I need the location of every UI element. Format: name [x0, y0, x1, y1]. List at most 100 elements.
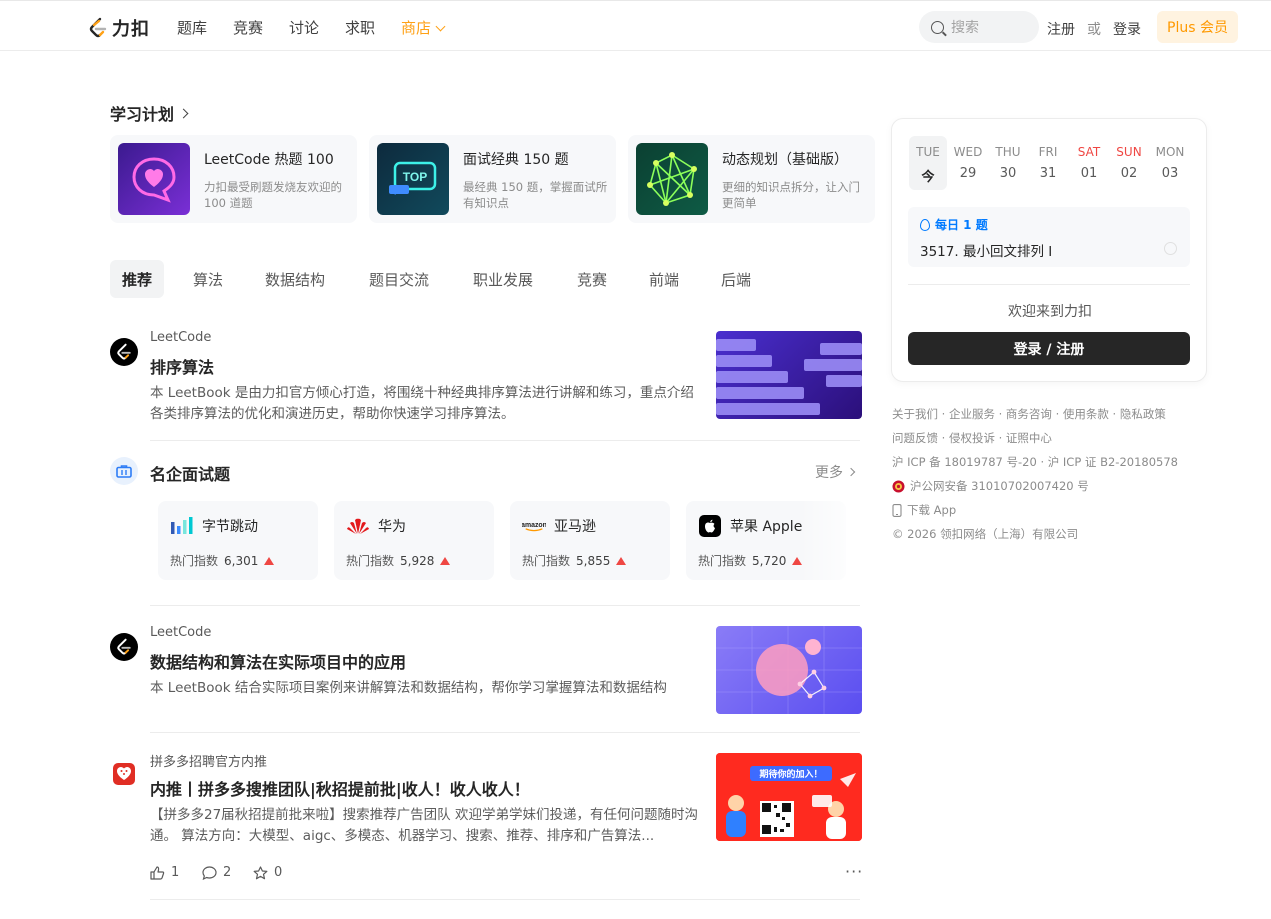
company-hot-index: 热门指数 5,928 [346, 552, 451, 569]
network-graph-icon [636, 143, 708, 215]
recruit-poster-image[interactable]: 期待你的加入！ [716, 753, 862, 841]
calendar-day[interactable]: FRI 31 [1029, 136, 1067, 190]
calendar-day-weekend[interactable]: SAT 01 [1070, 136, 1108, 190]
nav-store-label: 商店 [401, 19, 432, 37]
daily-question-card[interactable]: 每日 1 题 3517. 最小回文排列 I [908, 207, 1190, 267]
daily-tag-label: 每日 1 题 [935, 218, 988, 232]
leetcode-avatar[interactable] [110, 338, 138, 366]
leetcode-avatar[interactable] [110, 633, 138, 661]
ds-algorithm-image[interactable] [716, 626, 862, 714]
favorite-button[interactable]: 0 [253, 865, 282, 880]
more-label: 更多 [815, 465, 843, 481]
nav-store[interactable]: 商店 [401, 17, 446, 38]
company-card-bytedance[interactable]: 字节跳动 热门指数 6,301 [158, 501, 318, 580]
daily-tag: 每日 1 题 [920, 216, 988, 233]
poster-banner-text: 期待你的加入！ [759, 768, 822, 780]
feed-title[interactable]: 数据结构和算法在实际项目中的应用 [150, 649, 406, 673]
company-hot-index: 热门指数 5,720 [698, 552, 803, 569]
footer-links-2[interactable]: 问题反馈 · 侵权投诉 · 证照中心 [892, 430, 1052, 446]
companies-title: 名企面试题 [150, 465, 231, 484]
company-card-huawei[interactable]: 华为 热门指数 5,928 [334, 501, 494, 580]
chevron-right-icon [178, 108, 189, 118]
tab-algorithm[interactable]: 算法 [181, 260, 235, 298]
nav-contest[interactable]: 竞赛 [233, 17, 263, 38]
feed-summary[interactable]: 本 LeetBook 结合实际项目案例来讲解算法和数据结构，帮你学习掌握算法和数… [150, 678, 698, 699]
tab-recommend[interactable]: 推荐 [110, 260, 165, 298]
heart-chat-icon [118, 143, 190, 215]
pinduoduo-avatar[interactable] [110, 760, 138, 788]
footer-icp[interactable]: 沪 ICP 备 18019787 号-20 · 沪 ICP 证 B2-20180… [892, 454, 1178, 470]
companies-more-link[interactable]: 更多 [815, 462, 856, 482]
hot-label: 热门指数 [522, 554, 571, 568]
star-icon [253, 865, 268, 879]
sorting-stairs-image[interactable] [716, 331, 862, 419]
company-hot-index: 热门指数 5,855 [522, 552, 627, 569]
day-date: 29 [959, 166, 977, 181]
hot-value: 5,720 [752, 553, 787, 568]
study-plan-header[interactable]: 学习计划 [110, 101, 189, 125]
search-icon [931, 20, 944, 34]
trend-up-icon [264, 556, 275, 565]
day-name: TUE [916, 145, 940, 159]
plan-card-dp[interactable]: 动态规划（基础版） 更细的知识点拆分，让入门更简单 [628, 135, 875, 223]
nav-discuss[interactable]: 讨论 [289, 17, 319, 38]
footer-download-app[interactable]: 下载 App [892, 502, 956, 518]
feed-author[interactable]: LeetCode [150, 625, 211, 640]
plan-card-hot100[interactable]: LeetCode 热题 100 力扣最受刷题发烧友欢迎的 100 道题 [110, 135, 357, 223]
tab-problem-discussion[interactable]: 题目交流 [357, 260, 441, 298]
chevron-right-icon [846, 467, 856, 477]
bytedance-logo-icon [170, 515, 194, 537]
feed-author[interactable]: LeetCode [150, 330, 211, 345]
trend-up-icon [440, 556, 451, 565]
register-link[interactable]: 注册 [1047, 19, 1075, 39]
feed-summary[interactable]: 本 LeetBook 是由力扣官方倾心打造，将围绕十种经典排序算法进行讲解和练习… [150, 383, 698, 425]
comment-icon [202, 865, 217, 880]
calendar-day-today[interactable]: TUE 今 [909, 136, 947, 190]
hot-value: 5,928 [400, 553, 435, 568]
leetcode-logo-icon [117, 638, 131, 655]
top-navbar: 力扣 题库 竞赛 讨论 求职 商店 搜索 注册 或 登录 Plus 会员 [0, 0, 1271, 51]
huawei-logo-icon [346, 515, 370, 537]
feed-divider [150, 440, 860, 441]
comment-button[interactable]: 2 [202, 865, 231, 880]
tab-contest[interactable]: 竞赛 [565, 260, 619, 298]
day-date: 02 [1120, 166, 1138, 181]
leetcode-logo[interactable]: 力扣 [88, 15, 150, 41]
tab-data-structure[interactable]: 数据结构 [253, 260, 337, 298]
plan-title: LeetCode 热题 100 [204, 152, 334, 168]
login-link[interactable]: 登录 [1113, 19, 1141, 39]
tab-backend[interactable]: 后端 [709, 260, 763, 298]
briefcase-icon [110, 457, 138, 485]
company-card-amazon[interactable]: amazon 亚马逊 热门指数 5,855 [510, 501, 670, 580]
feed-title[interactable]: 内推丨拼多多搜推团队|秋招提前批|收人！收人收人！ [150, 776, 530, 800]
trend-up-icon [616, 556, 627, 565]
tab-career[interactable]: 职业发展 [461, 260, 545, 298]
calendar-day[interactable]: MON 03 [1151, 136, 1189, 190]
nav-jobs[interactable]: 求职 [345, 17, 375, 38]
calendar-day-weekend[interactable]: SUN 02 [1110, 136, 1148, 190]
nav-problemset[interactable]: 题库 [177, 17, 207, 38]
search-placeholder: 搜索 [951, 20, 979, 36]
feed-title[interactable]: 排序算法 [150, 354, 214, 378]
feed-summary[interactable]: 【拼多多27届秋招提前批来啦】搜索推荐广告团队 欢迎学弟学妹们投递，有任何问题随… [150, 805, 698, 847]
hot-label: 热门指数 [170, 554, 219, 568]
plus-member-button[interactable]: Plus 会员 [1157, 11, 1238, 43]
login-register-button[interactable]: 登录 / 注册 [908, 332, 1190, 365]
footer-police[interactable]: 沪公网安备 31010702007420 号 [892, 478, 1089, 494]
calendar-day[interactable]: WED 29 [949, 136, 987, 190]
search-input[interactable]: 搜索 [919, 11, 1039, 43]
top-badge-icon: TOP [377, 143, 449, 215]
more-options-icon[interactable]: ··· [845, 862, 863, 881]
day-date: 30 [999, 166, 1017, 181]
footer-links-1[interactable]: 关于我们 · 企业服务 · 商务咨询 · 使用条款 · 隐私政策 [892, 406, 1166, 422]
day-date: 03 [1161, 166, 1179, 181]
day-date: 今 [921, 170, 935, 185]
hot-value: 5,855 [576, 553, 611, 568]
amazon-logo-icon: amazon [522, 515, 546, 537]
calendar-day[interactable]: THU 30 [989, 136, 1027, 190]
like-button[interactable]: 1 [150, 865, 179, 880]
star-count: 0 [274, 865, 283, 880]
feed-author[interactable]: 拼多多招聘官方内推 [150, 751, 267, 770]
plan-card-top150[interactable]: TOP 面试经典 150 题 最经典 150 题，掌握面试所有知识点 [369, 135, 616, 223]
tab-frontend[interactable]: 前端 [637, 260, 691, 298]
